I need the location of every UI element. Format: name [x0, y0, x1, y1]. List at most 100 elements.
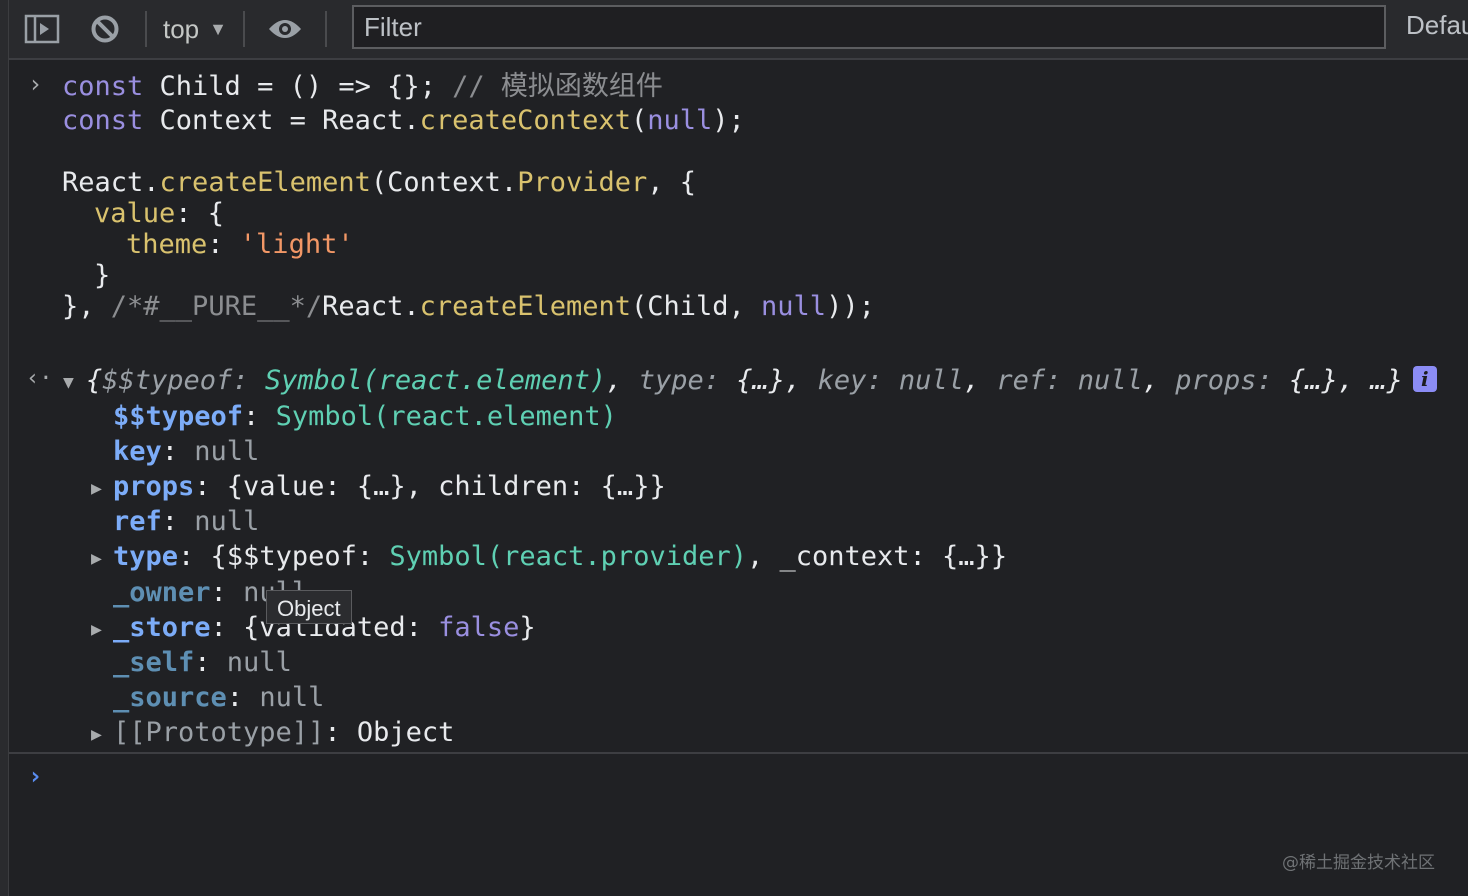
code-text: :: [207, 229, 240, 260]
toolbar-separator: [324, 11, 327, 47]
left-edge: [0, 0, 9, 896]
property-key: props: [113, 471, 195, 502]
property-key: [[Prototype]]: [113, 717, 325, 748]
symbol-value: Symbol(react.provider): [389, 541, 747, 572]
filter-input[interactable]: [352, 5, 1386, 49]
code-text: (Child,: [630, 291, 762, 322]
null-literal: null: [761, 291, 827, 322]
colon: :: [210, 612, 244, 643]
code-text: React.: [62, 167, 160, 198]
comma: ,: [606, 365, 639, 396]
property-value: null: [226, 647, 292, 678]
comma: ,: [1142, 365, 1176, 396]
watermark: @稀土掘金技术社区: [1282, 853, 1435, 873]
keyword: const: [62, 105, 144, 136]
code-comment: /*#__PURE__*/: [110, 291, 323, 322]
colon: :: [194, 647, 227, 678]
clear-console-button[interactable]: [75, 0, 135, 58]
summary-key: ref: [996, 365, 1046, 396]
code-text: }: [94, 260, 111, 291]
input-prompt-icon: ›: [28, 70, 43, 98]
property-value: , _context: {…}}: [746, 541, 1008, 572]
sidebar-toggle-button[interactable]: [9, 0, 75, 58]
property-row: _self: null: [113, 646, 292, 680]
context-selector[interactable]: top ▼: [157, 14, 233, 45]
sidebar-toggle-icon: [24, 14, 60, 44]
property-row[interactable]: type: {$$typeof: Symbol(react.provider),…: [113, 540, 1007, 574]
object-summary[interactable]: {$$typeof: Symbol(react.element), type: …: [86, 364, 1437, 398]
property-name: theme: [126, 229, 208, 260]
property-row: _source: null: [113, 681, 324, 715]
colon: :: [1256, 365, 1290, 396]
code-line: React.createElement(Context.Provider, {: [62, 166, 696, 200]
comma: ,: [785, 365, 818, 396]
colon: :: [324, 717, 357, 748]
code-line: }: [94, 259, 110, 293]
console-input[interactable]: [60, 758, 1468, 798]
property-value: null: [194, 506, 260, 537]
summary-value: {…}: [1289, 365, 1338, 396]
code-line: const Child = () => {}; // 模拟函数组件: [62, 70, 663, 104]
function-name: createContext: [419, 105, 631, 136]
summary-value: Symbol(react.element): [264, 365, 607, 396]
tooltip: Object: [266, 590, 352, 624]
summary-value: null: [898, 365, 964, 396]
code-text: React.: [322, 291, 420, 322]
code-text: );: [712, 105, 745, 136]
null-literal: null: [647, 105, 713, 136]
code-line: theme: 'light': [126, 228, 354, 262]
keyword: const: [62, 71, 144, 102]
live-expression-button[interactable]: [255, 0, 315, 58]
expand-triangle-icon[interactable]: ▶: [91, 478, 102, 499]
property-key: key: [113, 436, 162, 467]
context-label: top: [163, 13, 200, 44]
console-divider: [9, 752, 1468, 754]
code-text: (Context.: [370, 167, 518, 198]
colon: :: [703, 365, 737, 396]
colon: :: [232, 365, 265, 396]
property-value: Object: [356, 717, 455, 748]
property-key: _owner: [113, 577, 211, 608]
expand-triangle-icon[interactable]: ▶: [91, 619, 102, 640]
code-line: value: {: [94, 197, 224, 231]
colon: :: [194, 471, 227, 502]
log-levels-dropdown[interactable]: Defau: [1406, 10, 1468, 41]
summary-tail: …}: [1370, 365, 1403, 396]
colon: :: [161, 506, 195, 537]
string-literal: 'light': [239, 229, 354, 260]
console-prompt-icon: ›: [28, 762, 43, 790]
summary-value: {…}: [736, 365, 786, 396]
code-text: ));: [826, 291, 875, 322]
toolbar-separator: [242, 11, 245, 47]
property-row[interactable]: props: {value: {…}, children: {…}}: [113, 470, 666, 504]
eye-icon: [268, 20, 301, 38]
property-key: _self: [113, 647, 195, 678]
property-row: ref: null: [113, 505, 259, 539]
clear-console-icon: [91, 15, 119, 43]
property-key: type: [113, 541, 179, 572]
property-row: $$typeof: Symbol(react.element): [113, 400, 617, 434]
code-line: const Context = React.createContext(null…: [62, 104, 745, 138]
expand-triangle-icon[interactable]: ▶: [91, 724, 102, 745]
expand-triangle-icon[interactable]: ▶: [91, 548, 102, 569]
code-text: , {: [647, 167, 697, 198]
property-key: ref: [113, 506, 162, 537]
colon: :: [243, 401, 276, 432]
property-name: value: [94, 198, 176, 229]
result-arrow-icon: ‹·: [26, 366, 53, 391]
function-name: createElement: [159, 167, 371, 198]
property-key: _store: [113, 612, 211, 643]
code-text: },: [62, 291, 111, 322]
code-text: : {: [175, 198, 225, 229]
property-value: children: {…}}: [438, 471, 666, 502]
code-comment: // 模拟函数组件: [452, 71, 663, 102]
info-icon[interactable]: i: [1412, 366, 1437, 392]
colon: :: [1045, 365, 1078, 396]
colon: :: [226, 682, 260, 713]
code-text: Child = () => {};: [143, 71, 453, 102]
expand-triangle-icon[interactable]: ▼: [63, 372, 74, 393]
code-line: }, /*#__PURE__*/React.createElement(Chil…: [62, 290, 875, 324]
comma: ,: [1337, 365, 1371, 396]
property-row[interactable]: [[Prototype]]: Object: [113, 716, 454, 750]
property-value: {value: {…},: [226, 471, 439, 502]
